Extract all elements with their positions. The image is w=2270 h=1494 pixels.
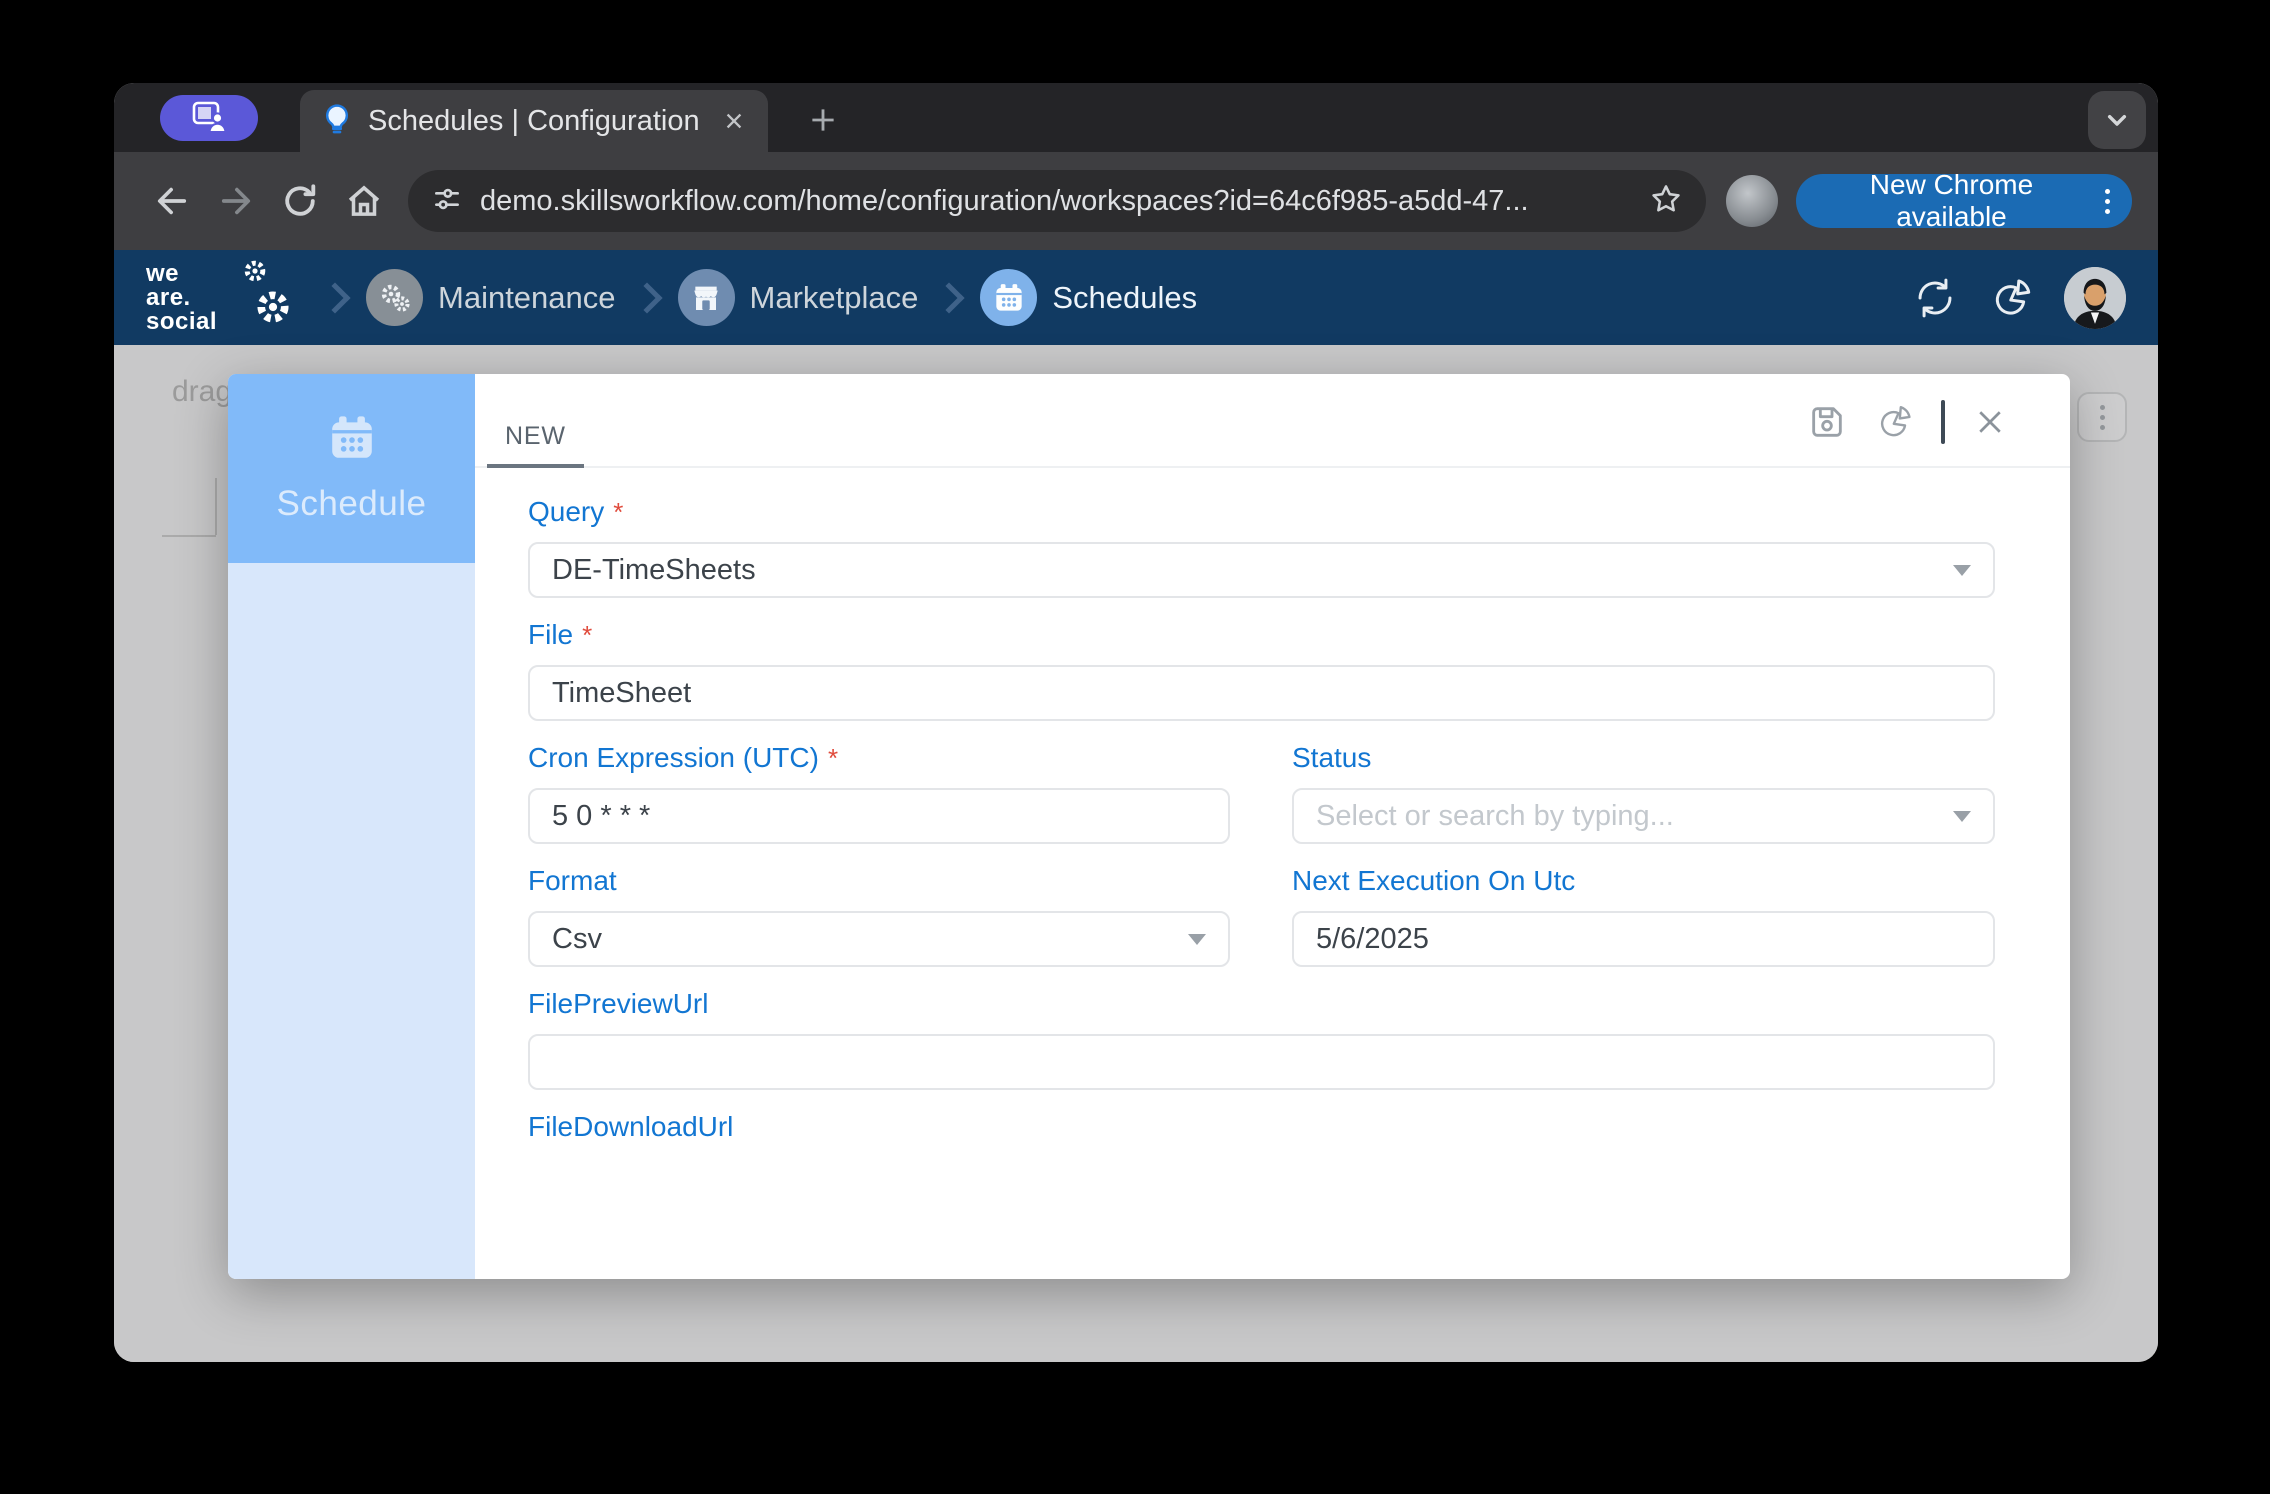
modal-header: NEW (475, 374, 2070, 468)
modal-content: NEW (475, 374, 2070, 1279)
status-field: Status Select or search by typing... (1292, 742, 1995, 844)
app-navbar: we are. social (114, 250, 2158, 345)
bookmark-star-icon[interactable] (1648, 181, 1684, 222)
next-execution-label: Next Execution On Utc (1292, 865, 1995, 897)
status-combobox[interactable]: Select or search by typing... (1292, 788, 1995, 844)
table-grid-line (215, 478, 217, 535)
next-execution-field: Next Execution On Utc (1292, 865, 1995, 967)
breadcrumb-schedules[interactable]: Schedules (980, 269, 1197, 326)
chevron-down-icon (1953, 565, 1971, 576)
cron-input[interactable] (528, 788, 1230, 844)
site-settings-icon[interactable] (430, 182, 464, 221)
logo-gear-large-icon (254, 288, 292, 331)
query-label: Query * (528, 496, 1995, 528)
page-background: drag (114, 345, 2158, 1362)
chevron-down-icon (1188, 934, 1206, 945)
tab-title: Schedules | Configuration (368, 105, 706, 138)
browser-profile-avatar[interactable] (1726, 175, 1778, 227)
new-tab-button[interactable] (800, 97, 846, 143)
schedule-modal: Schedule NEW (228, 374, 2070, 1279)
pie-chart-icon[interactable] (1874, 402, 1914, 442)
status-label: Status (1292, 742, 1995, 774)
browser-toolbar: demo.skillsworkflow.com/home/configurati… (114, 152, 2158, 250)
tab-close-icon[interactable] (720, 107, 748, 135)
query-field: Query * DE-TimeSheets (528, 496, 1995, 598)
save-icon[interactable] (1807, 402, 1847, 442)
format-label: Format (528, 865, 1230, 897)
file-label: File * (528, 619, 1995, 651)
format-field: Format Csv (528, 865, 1230, 967)
query-combobox[interactable]: DE-TimeSheets (528, 542, 1995, 598)
logo-gear-small-icon (242, 258, 268, 289)
breadcrumb-label[interactable]: Maintenance (438, 280, 616, 316)
calendar-icon (980, 269, 1037, 326)
storefront-icon (678, 269, 735, 326)
reload-icon[interactable] (268, 169, 332, 233)
user-avatar[interactable] (2064, 267, 2126, 329)
close-icon[interactable] (1972, 404, 2008, 440)
calendar-icon (327, 413, 377, 468)
screen-person-icon (187, 100, 231, 137)
sync-icon[interactable] (1912, 275, 1958, 321)
we-are-social-logo[interactable]: we are. social (146, 262, 304, 334)
file-field: File * (528, 619, 1995, 721)
browser-window: Schedules | Configuration (114, 83, 2158, 1362)
breadcrumb-marketplace[interactable]: Marketplace (678, 269, 919, 326)
header-divider (1941, 400, 1945, 444)
breadcrumb-chevron-icon (319, 282, 350, 313)
file-preview-url-label: FilePreviewUrl (528, 988, 1995, 1020)
drag-hint-text: drag (172, 375, 232, 409)
browser-menu-kebab-icon[interactable] (2091, 179, 2124, 224)
tab-new[interactable]: NEW (487, 408, 584, 468)
file-preview-url-input[interactable] (528, 1034, 1995, 1090)
breadcrumb-label[interactable]: Schedules (1052, 280, 1197, 316)
tab-strip-chevron-down-icon[interactable] (2088, 91, 2146, 149)
tab-strip: Schedules | Configuration (114, 83, 2158, 152)
chevron-down-icon (1953, 811, 1971, 822)
file-download-url-field: FileDownloadUrl (528, 1111, 1995, 1143)
address-bar[interactable]: demo.skillsworkflow.com/home/configurati… (408, 170, 1706, 232)
next-execution-input[interactable] (1292, 911, 1995, 967)
profile-pill-button[interactable] (160, 95, 258, 141)
required-marker: * (582, 620, 592, 651)
back-icon[interactable] (140, 169, 204, 233)
modal-sidebar-title: Schedule (277, 484, 427, 524)
breadcrumb-maintenance[interactable]: Maintenance (366, 269, 616, 326)
forward-icon[interactable] (204, 169, 268, 233)
required-marker: * (613, 497, 623, 528)
file-preview-url-field: FilePreviewUrl (528, 988, 1995, 1090)
browser-tab[interactable]: Schedules | Configuration (300, 90, 768, 152)
lightbulb-favicon (320, 102, 354, 141)
chrome-update-button[interactable]: New Chrome available (1796, 174, 2132, 228)
logo-line-1: we (146, 262, 304, 286)
file-download-url-label: FileDownloadUrl (528, 1111, 1995, 1143)
cron-field: Cron Expression (UTC) * (528, 742, 1230, 844)
required-marker: * (828, 743, 838, 774)
pie-chart-icon[interactable] (1988, 275, 2034, 321)
modal-sidebar-header: Schedule (228, 374, 475, 563)
schedule-form: Query * DE-TimeSheets File * (475, 468, 2070, 1164)
home-icon[interactable] (332, 169, 396, 233)
file-input[interactable] (528, 665, 1995, 721)
breadcrumb-chevron-icon (934, 282, 965, 313)
chrome-update-label: New Chrome available (1820, 169, 2083, 233)
breadcrumb-chevron-icon (631, 282, 662, 313)
breadcrumb-label[interactable]: Marketplace (750, 280, 919, 316)
url-text[interactable]: demo.skillsworkflow.com/home/configurati… (480, 185, 1632, 218)
modal-sidebar: Schedule (228, 374, 475, 1279)
cron-label: Cron Expression (UTC) * (528, 742, 1230, 774)
format-combobox[interactable]: Csv (528, 911, 1230, 967)
gears-icon (366, 269, 423, 326)
page-kebab-menu-icon[interactable] (2077, 392, 2127, 442)
table-grid-line (162, 535, 216, 537)
